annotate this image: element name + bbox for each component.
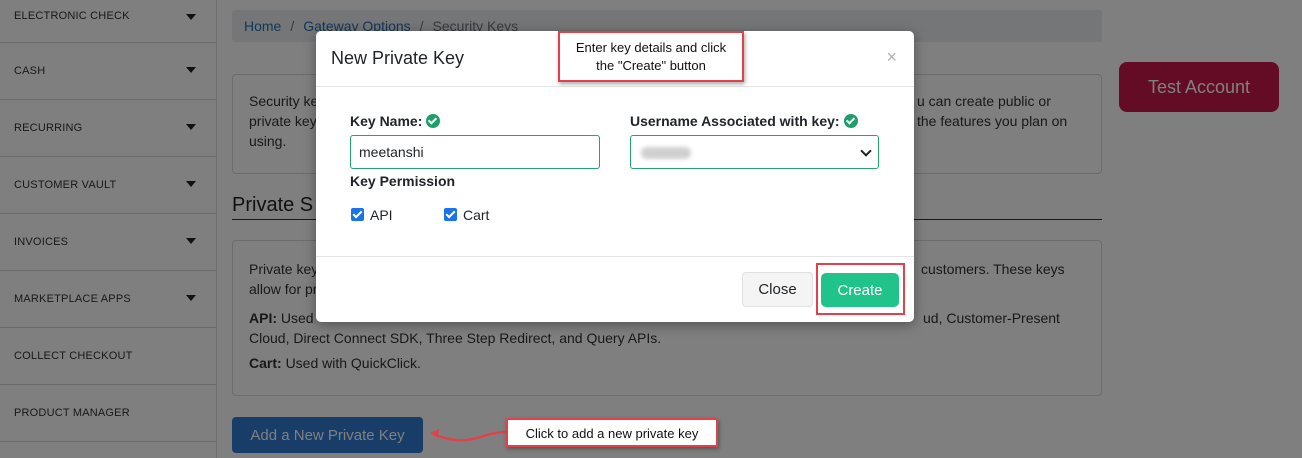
arrow-icon [430, 429, 507, 442]
username-label-text: Username Associated with key: [630, 113, 840, 129]
check-circle-icon [843, 114, 858, 128]
api-permission-checkbox[interactable] [351, 208, 364, 221]
cart-permission-checkbox[interactable] [444, 208, 457, 221]
callout-enter-key-details: Enter key details and click the "Create"… [558, 31, 744, 82]
key-name-label: Key Name: [350, 113, 441, 129]
username-select[interactable] [630, 135, 879, 169]
api-permission-label: API [370, 207, 393, 223]
cart-permission-label: Cart [463, 207, 490, 223]
callout-line: the "Create" button [596, 58, 706, 73]
redacted-username-value [641, 147, 691, 159]
key-name-label-text: Key Name: [350, 113, 423, 129]
callout-line: Enter key details and click [575, 40, 727, 55]
chevron-down-icon [860, 145, 872, 157]
key-name-input[interactable] [350, 135, 600, 169]
create-button-highlight [816, 263, 905, 315]
key-permission-label: Key Permission [350, 173, 456, 189]
close-icon[interactable]: × [886, 47, 897, 68]
username-label: Username Associated with key: [630, 113, 858, 129]
modal-title: New Private Key [331, 48, 465, 68]
check-circle-icon [426, 114, 441, 128]
close-button[interactable]: Close [742, 272, 813, 307]
callout-add-private-key: Click to add a new private key [506, 418, 718, 447]
